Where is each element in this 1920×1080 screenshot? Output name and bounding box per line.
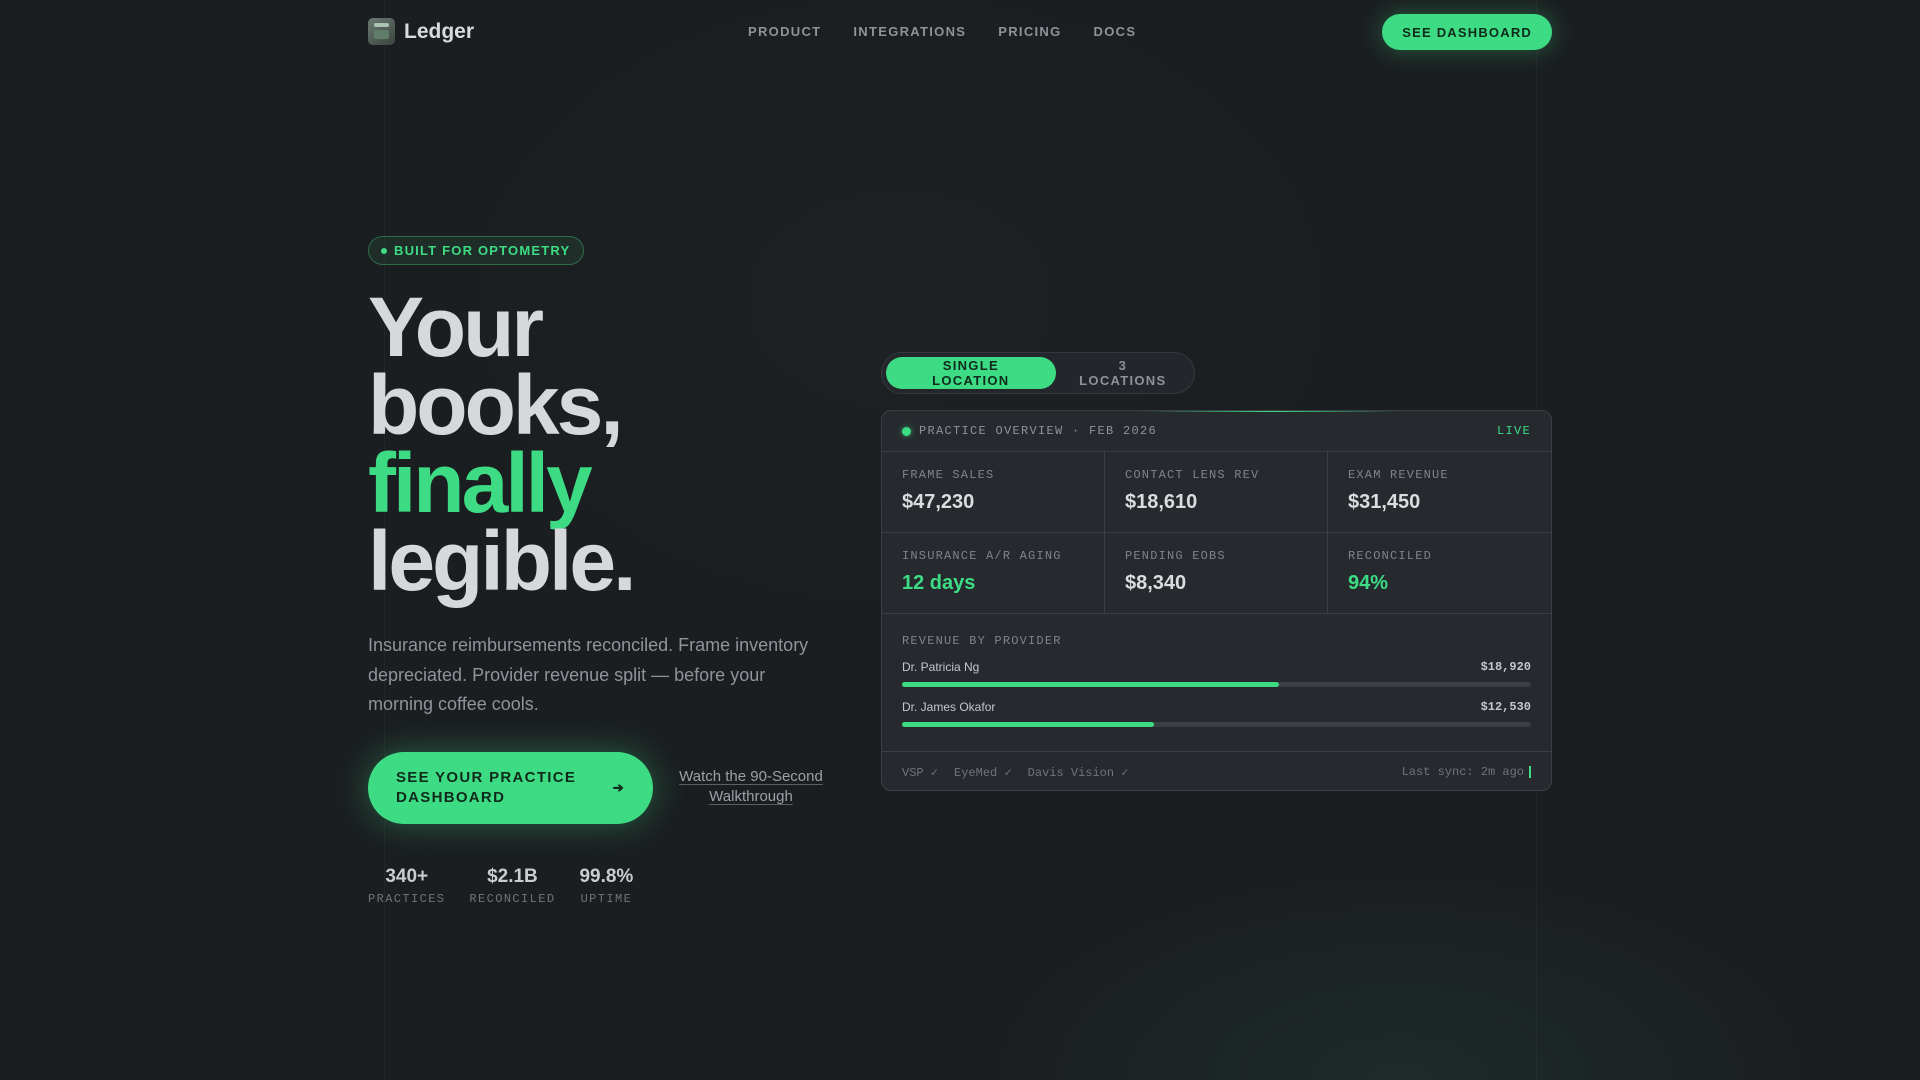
provider-row: Dr. James Okafor $12,530 bbox=[902, 700, 1531, 727]
stat-uptime: 99.8% UPTIME bbox=[579, 866, 633, 906]
revenue-title: REVENUE BY PROVIDER bbox=[902, 634, 1062, 648]
stat-label: RECONCILED bbox=[469, 892, 556, 906]
location-toggle: SINGLE LOCATION 3 LOCATIONS bbox=[881, 352, 1195, 394]
badge-label: BUILT FOR OPTOMETRY bbox=[394, 243, 571, 258]
metric-label: PENDING EOBS bbox=[1125, 549, 1226, 563]
headline-line-4: legible. bbox=[368, 514, 636, 608]
headline-line-1: Your bbox=[368, 280, 544, 374]
hero-stats: 340+ PRACTICES $2.1B RECONCILED 99.8% UP… bbox=[368, 866, 633, 906]
provider-bar-fill bbox=[902, 682, 1280, 687]
metric-value: 94% bbox=[1348, 572, 1389, 594]
integration-eyemed: EyeMed ✓ bbox=[954, 765, 1012, 780]
badge-dot-icon bbox=[381, 247, 387, 254]
ledger-logo-icon bbox=[368, 18, 395, 45]
brand-logo[interactable]: Ledger bbox=[368, 18, 474, 45]
provider-row-head: Dr. Patricia Ng $18,920 bbox=[902, 660, 1531, 674]
nav-links: PRODUCT INTEGRATIONS PRICING DOCS bbox=[748, 24, 1136, 39]
metric-contact-lens-rev: CONTACT LENS REV $18,610 bbox=[1105, 452, 1328, 533]
provider-amount: $12,530 bbox=[1480, 700, 1531, 714]
provider-row: Dr. Patricia Ng $18,920 bbox=[902, 660, 1531, 687]
metric-exam-revenue: EXAM REVENUE $31,450 bbox=[1328, 452, 1551, 533]
metric-label: CONTACT LENS REV bbox=[1125, 468, 1260, 482]
toggle-single-location[interactable]: SINGLE LOCATION bbox=[886, 357, 1056, 389]
practice-overview-panel: PRACTICE OVERVIEW · FEB 2026 LIVE FRAME … bbox=[881, 410, 1552, 791]
metric-insurance-ar-aging: INSURANCE A/R AGING 12 days bbox=[882, 533, 1105, 614]
panel-title: PRACTICE OVERVIEW · FEB 2026 bbox=[919, 424, 1158, 438]
metric-grid: FRAME SALES $47,230 CONTACT LENS REV $18… bbox=[882, 452, 1551, 614]
live-dot-icon bbox=[902, 426, 911, 436]
revenue-by-provider: REVENUE BY PROVIDER Dr. Patricia Ng $18,… bbox=[882, 614, 1551, 752]
panel-header: PRACTICE OVERVIEW · FEB 2026 LIVE bbox=[882, 411, 1551, 452]
stat-value: 99.8% bbox=[579, 866, 634, 887]
stat-label: PRACTICES bbox=[368, 892, 446, 906]
cursor-icon bbox=[1529, 766, 1531, 778]
panel-footer: VSP ✓ EyeMed ✓ Davis Vision ✓ Last sync:… bbox=[882, 752, 1551, 790]
provider-name: Dr. James Okafor bbox=[902, 700, 996, 714]
headline-line-3: finally bbox=[368, 436, 593, 530]
provider-bar-track bbox=[902, 722, 1531, 727]
provider-amount: $18,920 bbox=[1480, 660, 1531, 674]
stat-value: 340+ bbox=[385, 866, 429, 887]
metric-pending-eobs: PENDING EOBS $8,340 bbox=[1105, 533, 1328, 614]
metric-frame-sales: FRAME SALES $47,230 bbox=[882, 452, 1105, 533]
top-nav: Ledger PRODUCT INTEGRATIONS PRICING DOCS… bbox=[368, 14, 1552, 50]
metric-value: $18,610 bbox=[1125, 491, 1198, 513]
metric-label: INSURANCE A/R AGING bbox=[902, 549, 1062, 563]
provider-bar-track bbox=[902, 682, 1531, 687]
nav-link-integrations[interactable]: INTEGRATIONS bbox=[853, 24, 966, 39]
toggle-3-locations[interactable]: 3 LOCATIONS bbox=[1056, 357, 1190, 389]
metric-label: FRAME SALES bbox=[902, 468, 995, 482]
brand-name: Ledger bbox=[404, 19, 475, 43]
panel-highlight-line bbox=[1142, 411, 1402, 412]
metric-value: $31,450 bbox=[1348, 491, 1421, 513]
stat-practices: 340+ PRACTICES bbox=[368, 866, 445, 906]
metric-value: $47,230 bbox=[902, 491, 975, 513]
last-sync-text: Last sync: 2m ago bbox=[1401, 765, 1524, 779]
metric-value: $8,340 bbox=[1125, 572, 1187, 594]
hero-subcopy: Insurance reimbursements reconciled. Fra… bbox=[368, 635, 809, 714]
integration-vsp: VSP ✓ bbox=[902, 765, 939, 780]
stat-label: UPTIME bbox=[580, 892, 633, 906]
provider-name: Dr. Patricia Ng bbox=[902, 660, 980, 674]
metric-value: 12 days bbox=[902, 572, 976, 594]
provider-row-head: Dr. James Okafor $12,530 bbox=[902, 700, 1531, 714]
last-sync: Last sync: 2m ago bbox=[1402, 765, 1531, 779]
optometry-badge: BUILT FOR OPTOMETRY bbox=[368, 236, 585, 265]
see-dashboard-button[interactable]: SEE DASHBOARD bbox=[1382, 14, 1552, 50]
stat-reconciled: $2.1B RECONCILED bbox=[469, 866, 555, 906]
metric-reconciled: RECONCILED 94% bbox=[1328, 533, 1551, 614]
hero-headline: Your books, finally legible. bbox=[368, 280, 828, 608]
see-practice-dashboard-button[interactable]: SEE YOUR PRACTICE DASHBOARD ➔ bbox=[368, 752, 653, 824]
provider-bar-fill bbox=[902, 722, 1154, 727]
cta-label: SEE YOUR PRACTICE DASHBOARD bbox=[396, 769, 577, 806]
nav-link-product[interactable]: PRODUCT bbox=[748, 24, 821, 39]
integration-davis-vision: Davis Vision ✓ bbox=[1027, 765, 1129, 780]
metric-label: EXAM REVENUE bbox=[1348, 468, 1449, 482]
live-status: LIVE bbox=[1496, 424, 1531, 438]
metric-label: RECONCILED bbox=[1348, 549, 1433, 563]
nav-link-docs[interactable]: DOCS bbox=[1094, 24, 1137, 39]
watch-walkthrough-link[interactable]: Watch the 90-Second Walkthrough bbox=[676, 767, 826, 807]
stat-value: $2.1B bbox=[487, 866, 538, 887]
arrow-right-icon: ➔ bbox=[612, 780, 625, 795]
headline-line-2: books, bbox=[368, 358, 624, 452]
nav-link-pricing[interactable]: PRICING bbox=[998, 24, 1061, 39]
